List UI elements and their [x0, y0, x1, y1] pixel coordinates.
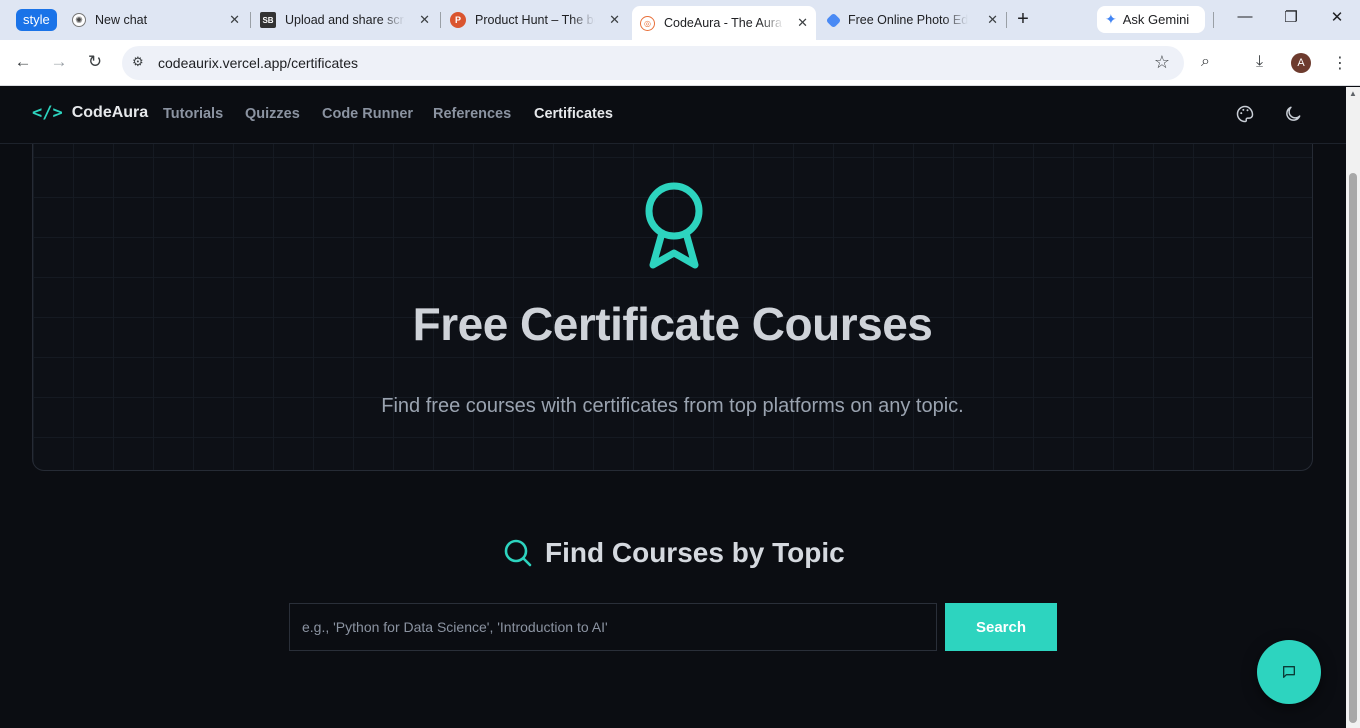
lens-search-icon[interactable]: ⌕	[1201, 53, 1210, 71]
brand-name: CodeAura	[71, 104, 149, 121]
close-window-icon[interactable]: ✕	[1322, 8, 1352, 26]
tab-group-label[interactable]: style	[16, 9, 57, 31]
browser-tab-product-hunt[interactable]: P Product Hunt – The be ✕	[442, 6, 628, 34]
award-ribbon-icon	[645, 182, 703, 269]
openai-icon: ✺	[72, 13, 86, 27]
ask-gemini-button[interactable]: ✦ Ask Gemini	[1097, 6, 1205, 33]
hero-title: Free Certificate Courses	[412, 298, 933, 350]
code-brackets-icon: </>	[32, 103, 63, 123]
search-icon	[504, 539, 532, 567]
tab-separator	[1213, 12, 1214, 28]
close-tab-icon[interactable]: ✕	[987, 12, 998, 28]
close-tab-icon[interactable]: ✕	[229, 12, 240, 28]
palette-icon[interactable]	[1235, 104, 1255, 124]
moon-icon[interactable]	[1283, 104, 1303, 124]
bookmark-star-icon[interactable]: ☆	[1154, 52, 1170, 73]
nav-certificates[interactable]: Certificates	[534, 106, 613, 122]
brand-logo[interactable]: </> CodeAura	[32, 103, 148, 123]
nav-references[interactable]: References	[433, 106, 511, 122]
url-text[interactable]: codeaurix.vercel.app/certificates	[158, 55, 358, 71]
chat-fab-button[interactable]	[1257, 640, 1321, 704]
menu-kebab-icon[interactable]: ⋮	[1332, 53, 1348, 73]
hero-section: Free Certificate Courses Find free cours…	[32, 117, 1313, 471]
browser-tab-upload[interactable]: SB Upload and share scre ✕	[252, 6, 438, 34]
search-button[interactable]: Search	[945, 603, 1057, 651]
gemini-icon: ✦	[1105, 11, 1117, 27]
nav-tutorials[interactable]: Tutorials	[163, 106, 223, 122]
tab-separator	[1006, 12, 1007, 28]
tab-separator	[250, 12, 251, 28]
nav-quizzes[interactable]: Quizzes	[245, 106, 300, 122]
reload-icon[interactable]: ↻	[83, 52, 107, 72]
topic-search-input[interactable]	[289, 603, 937, 651]
close-tab-icon[interactable]: ✕	[797, 15, 808, 31]
restore-icon[interactable]: ❐	[1276, 8, 1306, 26]
browser-tab-new-chat[interactable]: ✺ New chat ✕	[62, 6, 248, 34]
browser-tab-strip: style ✺ New chat ✕ SB Upload and share s…	[0, 0, 1360, 40]
page-viewport: Free Certificate Courses Find free cours…	[0, 87, 1346, 728]
close-tab-icon[interactable]: ✕	[609, 12, 620, 28]
minimize-icon[interactable]: —	[1230, 8, 1260, 25]
address-bar[interactable]: ⚙ codeaurix.vercel.app/certificates ☆	[122, 46, 1184, 80]
forward-arrow-icon[interactable]: →	[47, 52, 71, 72]
sb-icon: SB	[260, 12, 276, 28]
chat-bubble-icon	[1283, 666, 1295, 678]
browser-tab-codeaura[interactable]: ◎ CodeAura - The Aura o ✕	[632, 6, 816, 40]
download-icon[interactable]: ⤓	[1256, 53, 1263, 71]
site-navbar: </> CodeAura Tutorials Quizzes Code Runn…	[0, 87, 1346, 144]
page-scrollbar[interactable]: ▲	[1346, 87, 1360, 728]
back-arrow-icon[interactable]: ←	[11, 52, 35, 72]
site-settings-icon[interactable]: ⚙	[132, 54, 150, 72]
browser-toolbar: ← → ↻ ⚙ codeaurix.vercel.app/certificate…	[0, 40, 1360, 86]
hero-subtitle: Find free courses with certificates from…	[381, 395, 964, 417]
scrollbar-thumb[interactable]	[1349, 173, 1357, 723]
browser-tab-photo-editor[interactable]: Free Online Photo Edit ✕	[820, 6, 1006, 34]
nav-code-runner[interactable]: Code Runner	[322, 106, 413, 122]
new-tab-icon[interactable]: +	[1012, 8, 1034, 30]
tab-separator	[440, 12, 441, 28]
product-hunt-icon: P	[450, 12, 466, 28]
find-courses-heading: Find Courses by Topic	[503, 537, 845, 569]
close-tab-icon[interactable]: ✕	[419, 12, 430, 28]
codeaura-icon: ◎	[640, 15, 655, 31]
scroll-up-icon[interactable]: ▲	[1349, 89, 1357, 98]
photo-editor-icon	[825, 12, 842, 28]
profile-avatar[interactable]: A	[1291, 53, 1311, 73]
